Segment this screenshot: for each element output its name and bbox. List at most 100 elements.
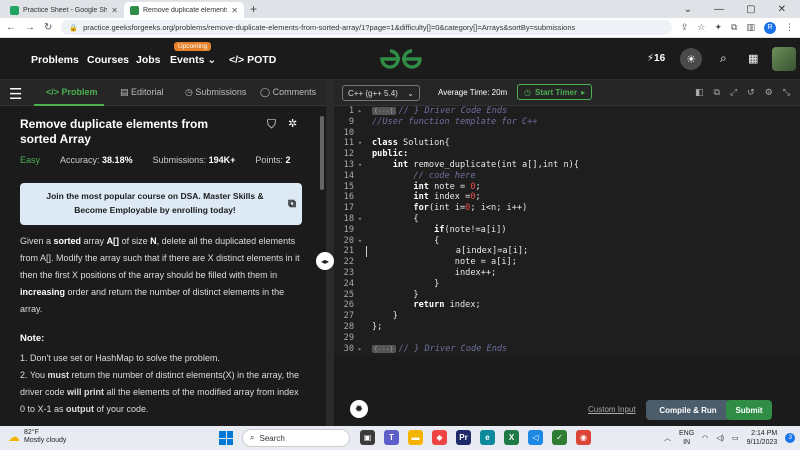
custom-input-link[interactable]: Custom Input <box>588 405 636 414</box>
code-line[interactable]: 28}; <box>334 322 800 333</box>
windows-start-icon[interactable] <box>219 431 233 445</box>
tab-submissions[interactable]: ◷ Submissions <box>185 87 246 98</box>
wifi-icon[interactable]: ◠ <box>702 434 708 442</box>
nav-problems[interactable]: Problems <box>31 54 79 66</box>
copy-icon[interactable]: ⧉ <box>714 87 720 98</box>
back-icon[interactable]: ← <box>6 22 16 33</box>
fold-toggle-icon[interactable]: ▾ <box>354 236 366 247</box>
hamburger-menu-icon[interactable]: ☰ <box>9 85 22 103</box>
expand-icon[interactable]: ⤡ <box>783 87 790 98</box>
clock[interactable]: 2:14 PM 9/11/2023 <box>747 429 778 447</box>
maximize-icon[interactable]: ▢ <box>746 4 755 15</box>
edge-icon[interactable]: e <box>480 430 495 445</box>
fold-toggle-icon[interactable]: ▸ <box>354 106 366 117</box>
close-window-icon[interactable]: ✕ <box>778 4 786 15</box>
vscode-icon[interactable]: ◁ <box>528 430 543 445</box>
profile-avatar[interactable]: R <box>764 21 776 34</box>
nav-potd[interactable]: </> POTD <box>229 54 276 66</box>
android-icon[interactable]: ✓ <box>552 430 567 445</box>
browser-tab-gfg[interactable]: Remove duplicate elements from sorte ✕ <box>124 2 244 18</box>
new-tab-icon[interactable]: + <box>250 2 257 16</box>
minimize-icon[interactable]: — <box>714 4 724 15</box>
star-icon[interactable]: ☆ <box>697 22 705 33</box>
teams-icon[interactable]: T <box>384 430 399 445</box>
code-line[interactable]: 18 ▾ { <box>334 214 800 225</box>
resize-handle-icon[interactable]: ◂▸ <box>316 252 334 270</box>
nav-events[interactable]: Events ⌄ <box>170 54 216 66</box>
code-line[interactable]: 30 ▸ (···)// } Driver Code Ends <box>334 344 800 355</box>
fold-toggle-icon[interactable]: ▾ <box>354 214 366 225</box>
code-line[interactable]: 13 ▾ int remove_duplicate(int a[],int n){ <box>334 160 800 171</box>
language-select[interactable]: C++ (g++ 5.4) ⌄ <box>342 85 420 101</box>
apps-grid-icon[interactable]: ▦ <box>748 52 758 65</box>
weather-widget[interactable]: ☁ 82°F Mostly cloudy <box>8 429 66 445</box>
theme-toggle-icon[interactable]: ☀ <box>680 48 702 70</box>
share-icon[interactable]: ⇪ <box>681 22 689 33</box>
course-banner[interactable]: Join the most popular course on DSA. Mas… <box>20 183 302 225</box>
task-view-icon[interactable]: ▣ <box>360 430 375 445</box>
scrollbar[interactable] <box>320 116 324 190</box>
fold-toggle-icon[interactable]: ▸ <box>354 344 366 355</box>
tab-search-icon[interactable]: ⌄ <box>684 4 692 15</box>
code-line[interactable]: 25 } <box>334 290 800 301</box>
code-line[interactable]: 17 for(int i=0; i<n; i++) <box>334 203 800 214</box>
code-line[interactable]: 9 //User function template for C++ <box>334 117 800 128</box>
search-icon[interactable]: ⌕ <box>720 51 727 66</box>
file-explorer-icon[interactable]: ▬ <box>408 430 423 445</box>
code-line[interactable]: 23 index++; <box>334 268 800 279</box>
premiere-icon[interactable]: Pr <box>456 430 471 445</box>
code-line[interactable]: 11 ▾ class Solution{ <box>334 138 800 149</box>
sidepanel-icon[interactable]: ▥ <box>746 22 755 33</box>
notification-badge[interactable]: 3 <box>785 433 796 443</box>
code-line[interactable]: 21 a[index]=a[i]; <box>334 246 800 258</box>
extension-icon[interactable]: ✦ <box>715 22 723 33</box>
forward-icon[interactable]: → <box>25 22 35 33</box>
code-line[interactable]: 24 } <box>334 279 800 290</box>
code-line[interactable]: 27 } <box>334 311 800 322</box>
code-line[interactable]: 29 <box>334 333 800 344</box>
chrome-icon[interactable]: ◉ <box>576 430 591 445</box>
lightbulb-icon[interactable]: ✹ <box>350 400 368 418</box>
code-line[interactable]: 22 note = a[i]; <box>334 257 800 268</box>
fold-toggle-icon[interactable]: ▾ <box>354 138 366 149</box>
excel-icon[interactable]: X <box>504 430 519 445</box>
fold-toggle-icon[interactable]: ▾ <box>354 160 366 171</box>
battery-icon[interactable]: ▭ <box>732 434 739 442</box>
code-line[interactable]: 14 // code here <box>334 171 800 182</box>
code-line[interactable]: 20 ▾ { <box>334 236 800 247</box>
bookmark-icon[interactable]: ⛉ <box>267 117 276 132</box>
url-input[interactable]: 🔒 practice.geeksforgeeks.org/problems/re… <box>61 20 672 35</box>
language-indicator[interactable]: ENG IN <box>679 429 694 447</box>
code-line[interactable]: 26 return index; <box>334 300 800 311</box>
compile-run-button[interactable]: Compile & Run <box>646 400 730 420</box>
report-bug-icon[interactable]: ✲ <box>288 117 297 130</box>
code-line[interactable]: 10 <box>334 128 800 139</box>
submit-button[interactable]: Submit <box>726 400 772 420</box>
external-link-icon[interactable]: ⧉ <box>288 197 296 211</box>
code-editor[interactable]: 1 ▸ (···)// } Driver Code Ends 9//User func… <box>334 106 800 356</box>
code-line[interactable]: 12 public: <box>334 149 800 160</box>
settings-icon[interactable]: ⚙ <box>765 87 773 98</box>
close-tab-icon[interactable]: ✕ <box>111 6 118 15</box>
tab-comments[interactable]: ◯ Comments <box>260 87 316 98</box>
code-line[interactable]: 1 ▸ (···)// } Driver Code Ends <box>334 106 800 117</box>
code-line[interactable]: 16 int index =0; <box>334 192 800 203</box>
browser-tab-sheets[interactable]: Practice Sheet - Google Sheets ✕ <box>4 2 124 18</box>
reset-icon[interactable]: ↺ <box>747 87 755 98</box>
code-line[interactable]: 15 int note = 0; <box>334 182 800 193</box>
taskbar-search-input[interactable]: ⌕ Search <box>242 429 350 447</box>
volume-icon[interactable]: ◁) <box>716 434 724 442</box>
brave-icon[interactable]: ◆ <box>432 430 447 445</box>
nav-jobs[interactable]: Jobs <box>136 54 161 66</box>
tab-editorial[interactable]: ▤ Editorial <box>120 87 164 98</box>
close-tab-icon[interactable]: ✕ <box>231 6 238 15</box>
reload-icon[interactable]: ↻ <box>44 22 52 33</box>
start-timer-button[interactable]: ◷ Start Timer ▸ <box>517 84 593 100</box>
user-avatar[interactable] <box>772 47 796 71</box>
nav-courses[interactable]: Courses <box>87 54 129 66</box>
gfg-logo-icon[interactable] <box>378 47 424 71</box>
code-line[interactable]: 19 if(note!=a[i]) <box>334 225 800 236</box>
toggle-icon[interactable]: ◧ <box>695 87 704 98</box>
menu-kebab-icon[interactable]: ⋮ <box>785 22 794 33</box>
puzzle-icon[interactable]: ⧉ <box>731 22 737 33</box>
